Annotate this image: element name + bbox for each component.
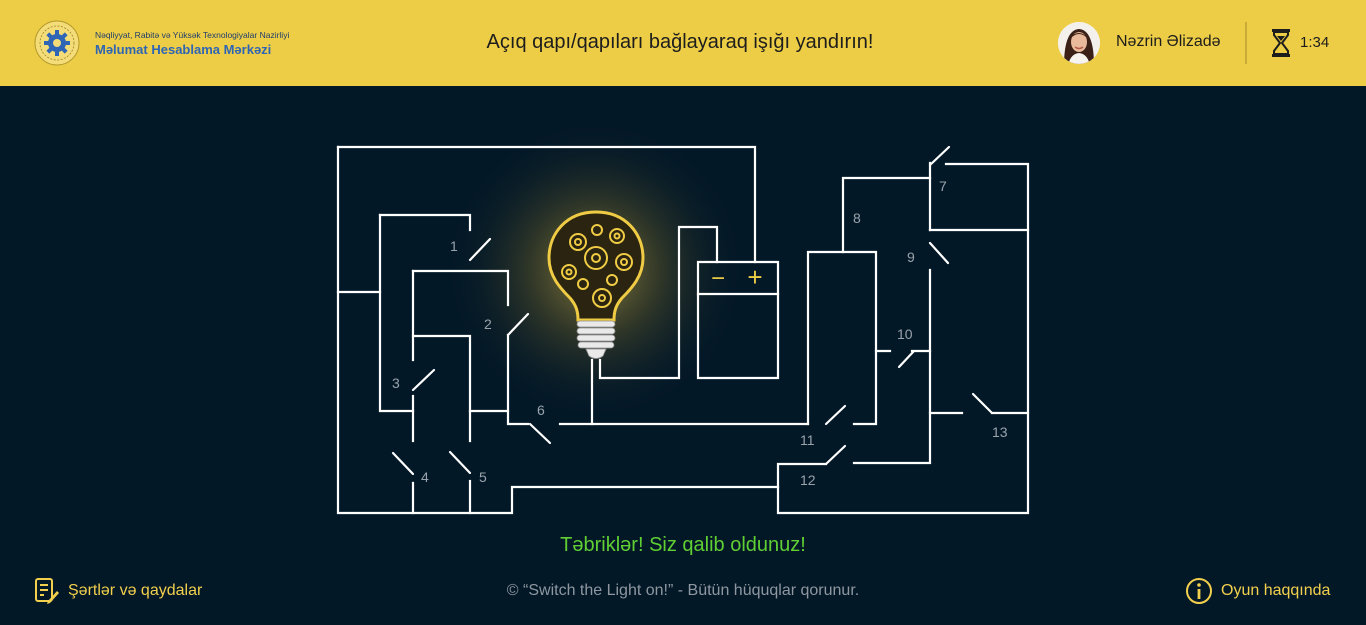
door-number: 1 <box>450 238 458 254</box>
copyright: © “Switch the Light on!” - Bütün hüquqla… <box>506 582 860 599</box>
door-number: 7 <box>939 178 947 194</box>
door-6-switch[interactable] <box>528 422 552 445</box>
win-message: Təbriklər! Siz qalib oldunuz! <box>560 534 806 556</box>
door-9-switch[interactable] <box>928 241 950 265</box>
door-number: 8 <box>853 210 861 226</box>
info-icon <box>1186 578 1212 604</box>
door-number: 13 <box>992 424 1008 440</box>
about-link[interactable]: Oyun haqqında <box>1185 576 1330 606</box>
user-name: Nəzrin Əlizadə <box>1116 33 1221 50</box>
battery-plus: + <box>747 262 762 292</box>
timer-value: 1:34 <box>1300 34 1330 51</box>
door-number: 9 <box>907 249 915 265</box>
door-number: 2 <box>484 316 492 332</box>
door-7-switch[interactable] <box>928 145 951 167</box>
ministry-logo <box>34 20 80 66</box>
door-number: 11 <box>800 432 815 448</box>
task-instruction: Açıq qapı/qapıları bağlayaraq işığı yand… <box>486 31 874 53</box>
door-5-switch[interactable] <box>448 450 472 475</box>
door-4-switch[interactable] <box>391 451 415 476</box>
battery-minus: − <box>711 265 725 292</box>
door-12-switch[interactable] <box>824 444 847 466</box>
door-3-switch[interactable] <box>411 368 436 392</box>
header-divider <box>1245 22 1247 64</box>
door-number: 4 <box>421 469 429 485</box>
door-11-switch[interactable] <box>824 404 847 426</box>
door-13-switch[interactable] <box>971 392 994 415</box>
door-number: 6 <box>537 402 545 418</box>
organization-title: Nəqliyyat, Rabitə və Yüksək Texnologiyal… <box>95 30 289 57</box>
ministry-name: Nəqliyyat, Rabitə və Yüksək Texnologiyal… <box>95 30 290 40</box>
hourglass-icon <box>1272 29 1290 57</box>
header-bar: Nəqliyyat, Rabitə və Yüksək Texnologiyal… <box>0 0 1366 86</box>
door-number: 5 <box>479 469 487 485</box>
avatar-image <box>1058 22 1100 64</box>
door-number: 10 <box>897 326 913 342</box>
door-number: 12 <box>800 472 816 488</box>
door-10-switch[interactable] <box>897 349 916 369</box>
avatar[interactable] <box>1058 22 1100 64</box>
center-name: Məlumat Hesablama Mərkəzi <box>95 42 272 57</box>
game-board: 1 2 3 4 5 6 7 8 9 10 11 12 13 − + <box>336 120 1030 515</box>
about-label: Oyun haqqında <box>1221 582 1331 599</box>
door-number: 3 <box>392 375 400 391</box>
